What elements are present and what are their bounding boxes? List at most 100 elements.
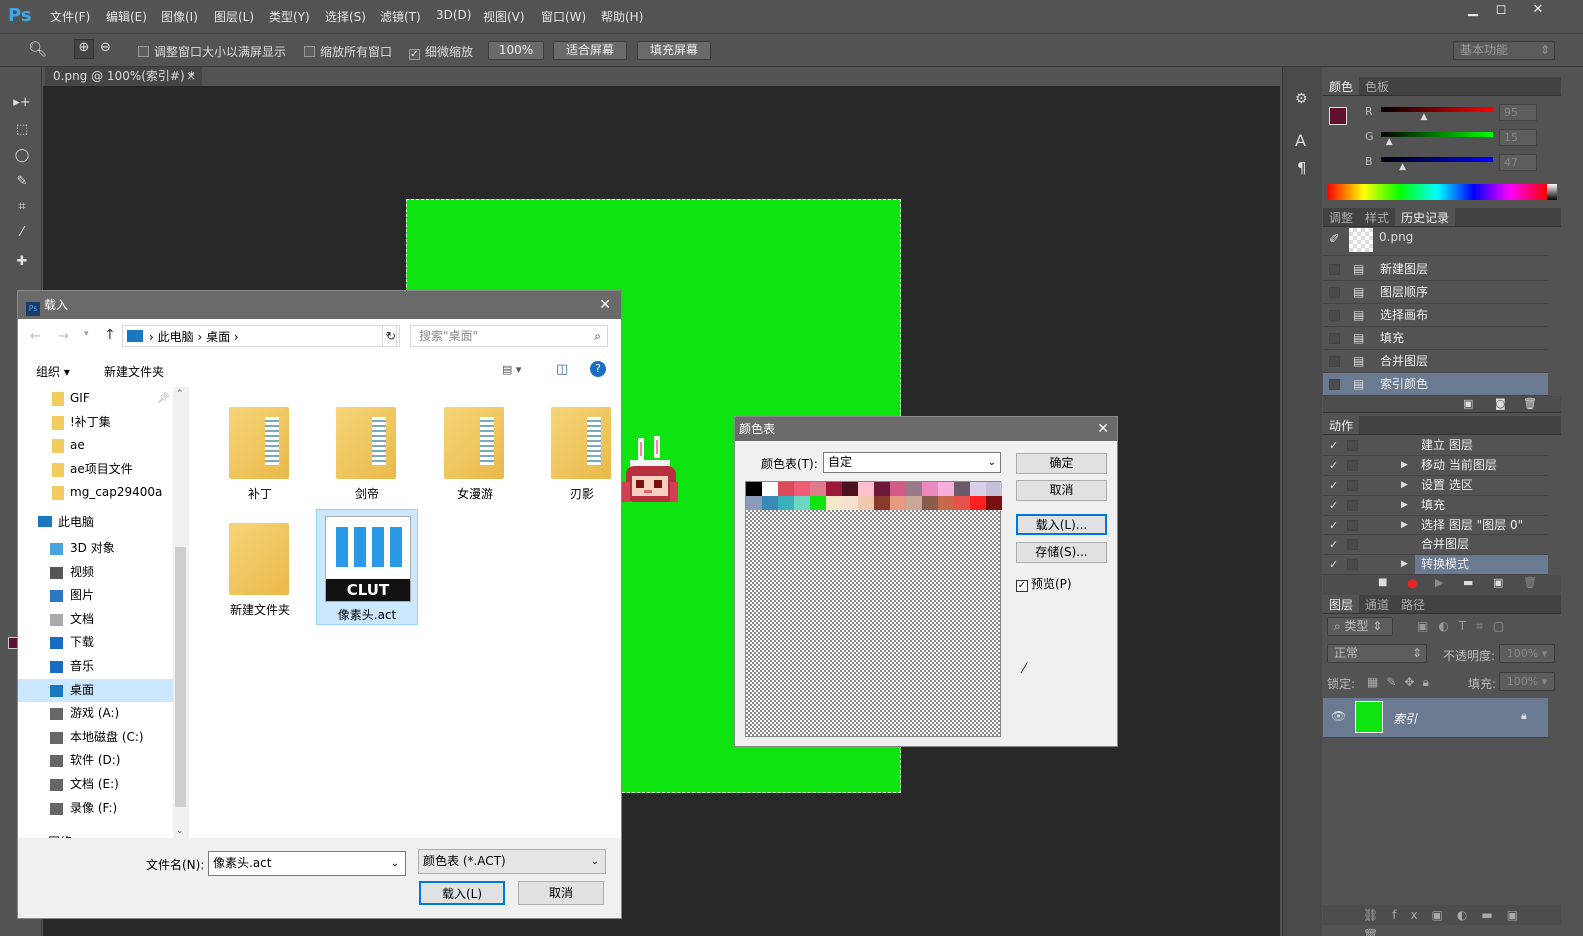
action-check-icon[interactable]: ✓ — [1329, 516, 1338, 535]
color-swatch[interactable] — [906, 482, 922, 496]
channel-slider[interactable] — [1381, 132, 1493, 137]
action-check-icon[interactable]: ✓ — [1329, 476, 1338, 495]
action-item[interactable]: ✓ 建立 图层 — [1323, 436, 1548, 456]
forward-arrow-icon[interactable]: → — [58, 329, 69, 344]
menu-item[interactable]: 类型(Y) — [269, 8, 310, 25]
history-checkbox[interactable] — [1329, 333, 1340, 344]
color-swatch[interactable] — [842, 496, 858, 510]
menu-item[interactable]: 选择(S) — [325, 8, 366, 25]
preview-pane-icon[interactable]: ◫ — [556, 362, 568, 377]
document-tab[interactable]: 0.png @ 100%(索引#) * × — [45, 67, 202, 86]
nav-pc-item[interactable]: 游戏 (A:) — [18, 702, 173, 726]
delete-action-icon[interactable]: 🗑︎ — [1523, 576, 1537, 589]
action-dialog-toggle[interactable] — [1347, 479, 1358, 491]
action-dialog-toggle[interactable] — [1347, 559, 1358, 571]
color-swatch[interactable] — [922, 496, 938, 510]
action-item[interactable]: ✓ ▶ 设置 选区 — [1323, 476, 1548, 496]
color-swatch[interactable] — [938, 482, 954, 496]
bw-ramp[interactable] — [1547, 184, 1557, 200]
load-dialog-close-icon[interactable]: ✕ — [599, 291, 611, 319]
color-swatch[interactable] — [954, 496, 970, 510]
nav-pc-item[interactable]: 文档 (E:) — [18, 773, 173, 797]
color-swatch[interactable] — [890, 482, 906, 496]
history-item[interactable]: ▤ 合并图层 — [1323, 350, 1548, 373]
lasso-tool-icon[interactable]: ◯ — [10, 148, 34, 168]
nav-quick-item[interactable]: ae — [52, 434, 172, 458]
history-item[interactable]: ▤ 选择画布 — [1323, 304, 1548, 327]
color-swatch[interactable] — [778, 496, 794, 510]
color-swatch[interactable] — [874, 482, 890, 496]
action-dialog-toggle[interactable] — [1347, 499, 1358, 511]
nav-pc-item[interactable]: 图片 — [18, 584, 173, 608]
organize-menu[interactable]: 组织 ▾ — [36, 363, 70, 380]
color-swatch[interactable] — [842, 482, 858, 496]
history-checkbox[interactable] — [1329, 356, 1340, 367]
menu-item[interactable]: 编辑(E) — [106, 8, 147, 25]
tab-channels[interactable]: 通道 — [1359, 595, 1395, 613]
color-swatch[interactable] — [906, 496, 922, 510]
channel-value[interactable]: 15 — [1499, 129, 1537, 146]
file-item[interactable]: 新建文件夹 — [219, 517, 301, 621]
history-checkbox[interactable] — [1329, 310, 1340, 321]
color-swatch[interactable] — [874, 496, 890, 510]
menu-item[interactable]: 视图(V) — [483, 8, 525, 25]
zoom-out-icon[interactable]: ⊖ — [100, 40, 111, 55]
history-item[interactable]: ▤ 新建图层 — [1323, 258, 1548, 281]
color-swatch[interactable] — [762, 482, 778, 496]
document-tab-close[interactable]: × — [186, 67, 196, 86]
color-swatch[interactable] — [858, 496, 874, 510]
nav-pc-item[interactable]: 3D 对象 — [18, 537, 173, 561]
view-options-icon[interactable]: ▤ ▾ — [502, 363, 521, 376]
expand-arrow-icon[interactable]: ▶ — [1401, 476, 1408, 495]
zoom-tool-icon[interactable]: 🔍︎ — [28, 40, 47, 58]
scrubby-zoom-checkbox[interactable]: ✓ — [409, 49, 420, 60]
color-swatch[interactable] — [986, 482, 1002, 496]
nav-quick-item[interactable]: GIF 📌︎ — [52, 387, 172, 411]
foreground-color[interactable] — [1329, 107, 1347, 125]
play-icon[interactable]: ▶ — [1435, 576, 1443, 589]
color-swatch[interactable] — [954, 482, 970, 496]
color-swatch[interactable] — [794, 482, 810, 496]
color-swatch[interactable] — [826, 496, 842, 510]
channel-slider-thumb[interactable]: ▲ — [1386, 137, 1393, 147]
menu-item[interactable]: 文件(F) — [50, 8, 90, 25]
close-button[interactable]: ✕ — [1520, 0, 1556, 20]
action-item[interactable]: ✓ ▶ 选择 图层 "图层 0" — [1323, 516, 1548, 536]
move-tool-icon[interactable]: ▸+ — [10, 95, 34, 115]
channel-value[interactable]: 95 — [1499, 104, 1537, 121]
character-icon[interactable]: A — [1295, 131, 1306, 150]
history-checkbox[interactable] — [1329, 379, 1340, 390]
zoom-in-icon[interactable]: ⊕ — [74, 39, 94, 59]
nav-quick-item[interactable]: mg_cap29400a — [52, 481, 172, 505]
menu-item[interactable]: 图层(L) — [214, 8, 254, 25]
history-checkbox[interactable] — [1329, 287, 1340, 298]
nav-scroll-thumb[interactable] — [175, 547, 186, 807]
help-icon[interactable]: ? — [590, 361, 606, 377]
action-check-icon[interactable]: ✓ — [1329, 456, 1338, 475]
filetype-select[interactable]: 颜色表 (*.ACT) ⌄ — [418, 849, 606, 874]
action-dialog-toggle[interactable] — [1347, 459, 1358, 471]
camera-icon[interactable]: ◙ — [1495, 397, 1506, 410]
nav-pc-item[interactable]: 桌面 — [18, 678, 173, 703]
layer-filter-select[interactable]: ⌕ 类型 ⇕ — [1327, 617, 1393, 636]
color-swatch[interactable] — [810, 496, 826, 510]
color-swatch[interactable] — [746, 482, 762, 496]
back-arrow-icon[interactable]: ← — [30, 329, 41, 344]
zoom-all-checkbox[interactable] — [304, 46, 315, 57]
trash-icon[interactable]: 🗑︎ — [1523, 397, 1537, 410]
color-swatch[interactable] — [746, 496, 762, 510]
history-item[interactable]: ▤ 填充 — [1323, 327, 1548, 350]
action-dialog-toggle[interactable] — [1347, 440, 1358, 451]
nav-pc-item[interactable]: 视频 — [18, 561, 173, 585]
action-check-icon[interactable]: ✓ — [1329, 496, 1338, 515]
tab-layers[interactable]: 图层 — [1323, 595, 1360, 613]
color-table-cancel-button[interactable]: 取消 — [1016, 480, 1107, 501]
color-table-ok-button[interactable]: 确定 — [1016, 453, 1107, 474]
color-swatch[interactable] — [794, 496, 810, 510]
file-item[interactable]: 补丁 — [219, 401, 301, 505]
eyedropper-tool-icon[interactable]: ⁄ — [10, 225, 34, 245]
file-item[interactable]: 刃影 — [541, 401, 623, 505]
address-bar[interactable]: › 此电脑 › 桌面 › ⌄ — [122, 325, 397, 347]
zoom-100-button[interactable]: 100% — [488, 41, 544, 60]
color-spectrum[interactable] — [1327, 184, 1547, 200]
